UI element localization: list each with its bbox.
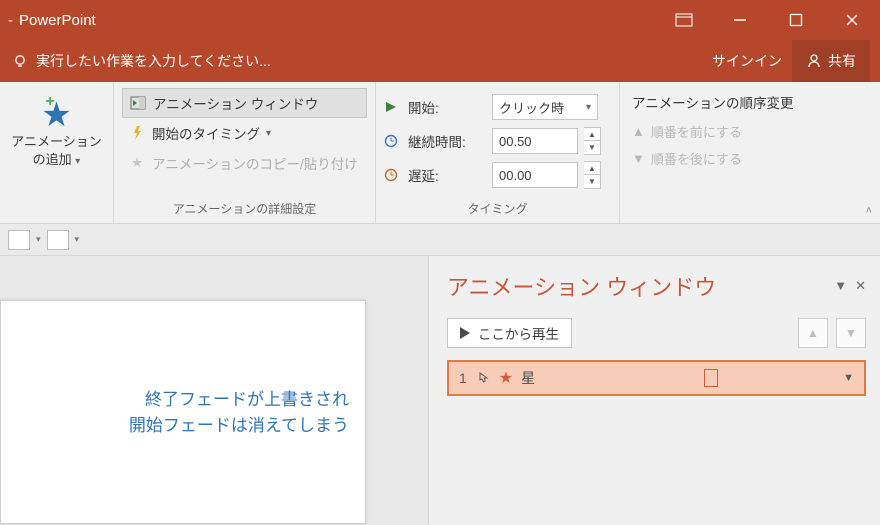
painter-icon: ★ [128,155,146,171]
move-later-button: ▼ 順番を後にする [628,145,872,172]
delay-label: 遅延: [408,165,486,185]
pane-options-button[interactable]: ▼ [834,278,847,294]
title-bar: - PowerPoint [0,0,880,40]
duration-label: 継続時間: [408,131,486,151]
add-animation-button[interactable]: + ★ アニメーション の追加 ▾ [8,88,105,221]
pane-title: アニメーション ウィンドウ [447,270,834,302]
start-label: 開始: [408,97,486,117]
group-label-timing: タイミング [384,197,611,221]
move-earlier-button: ▲ 順番を前にする [628,118,872,145]
ribbon-group-add: + ★ アニメーション の追加 ▾ [0,82,114,223]
slide-area: 終了フェードが上書きされ 開始フェードは消えてしまう [0,256,428,525]
chevron-down-icon: ▾ [586,102,591,113]
maximize-button[interactable] [768,0,824,40]
collapse-ribbon-button[interactable]: ˄ [866,205,872,217]
item-name: 星 [521,368,535,388]
share-button[interactable]: 共有 [792,40,870,82]
chevron-down-icon: ▾ [75,156,80,167]
group-label-advanced: アニメーションの詳細設定 [122,197,367,221]
ribbon-group-reorder: アニメーションの順序変更 ▲ 順番を前にする ▼ 順番を後にする [620,82,880,223]
plus-icon: + [46,92,55,112]
title-prefix: - [8,12,13,29]
play-icon [384,100,402,114]
app-name: PowerPoint [19,12,96,29]
animation-pane-button[interactable]: アニメーション ウィンドウ [122,88,367,118]
delay-input[interactable]: 00.00 [492,162,578,188]
duration-input[interactable]: 00.50 [492,128,578,154]
share-icon [806,53,822,69]
chevron-down-icon: ▼ [632,151,645,166]
bulb-icon [12,53,28,69]
trigger-button[interactable]: 開始のタイミング ▾ [122,118,367,148]
pane-close-button[interactable]: ✕ [855,278,866,294]
minimize-button[interactable] [712,0,768,40]
chevron-down-icon: ▾ [266,128,271,139]
clock-icon [384,134,402,148]
pane-icon [129,95,147,111]
delay-spinner[interactable]: ▲▼ [584,161,601,189]
tellme-bar: 実行したい作業を入力してください... サインイン 共有 [0,40,880,82]
exit-star-icon: ★ [499,368,513,388]
animation-list-item[interactable]: 1 ★ 星 ▼ [447,360,866,396]
item-menu-button[interactable]: ▼ [843,372,854,384]
mouse-click-icon [475,370,491,386]
reorder-title: アニメーションの順序変更 [628,90,872,118]
slide-textbox: 終了フェードが上書きされ 開始フェードは消えてしまう [129,387,349,438]
tellme-input[interactable]: 実行したい作業を入力してください... [36,51,271,71]
ribbon: + ★ アニメーション の追加 ▾ アニメーション ウィンドウ 開始のタイミング… [0,82,880,224]
play-from-button[interactable]: ここから再生 [447,318,572,348]
reorder-down-button[interactable]: ▼ [836,318,866,348]
animation-painter-button[interactable]: ★ アニメーションのコピー/貼り付け [122,148,367,178]
start-select[interactable]: クリック時 ▾ [492,94,598,120]
toolbar-btn-2[interactable] [47,230,69,250]
timeline-bar [704,369,718,387]
toolbar-btn-1[interactable] [8,230,30,250]
ribbon-display-options-button[interactable] [656,0,712,40]
ribbon-group-advanced: アニメーション ウィンドウ 開始のタイミング ▾ ★ アニメーションのコピー/貼… [114,82,376,223]
slide-canvas[interactable]: 終了フェードが上書きされ 開始フェードは消えてしまう [0,300,366,524]
duration-spinner[interactable]: ▲▼ [584,127,601,155]
animation-pane: アニメーション ウィンドウ ▼ ✕ ここから再生 ▲ ▼ 1 ★ 星 ▼ [428,256,880,525]
sub-toolbar: ▾ ▾ [0,224,880,256]
ribbon-group-timing: 開始: クリック時 ▾ 継続時間: 00.50 ▲▼ 遅延: 00.00 ▲▼ … [376,82,620,223]
play-icon [460,327,470,339]
signin-link[interactable]: サインイン [702,51,792,71]
chevron-up-icon: ▲ [632,124,645,139]
reorder-up-button[interactable]: ▲ [798,318,828,348]
delay-clock-icon [384,168,402,182]
item-index: 1 [459,370,467,386]
close-button[interactable] [824,0,880,40]
trigger-icon [128,125,146,141]
